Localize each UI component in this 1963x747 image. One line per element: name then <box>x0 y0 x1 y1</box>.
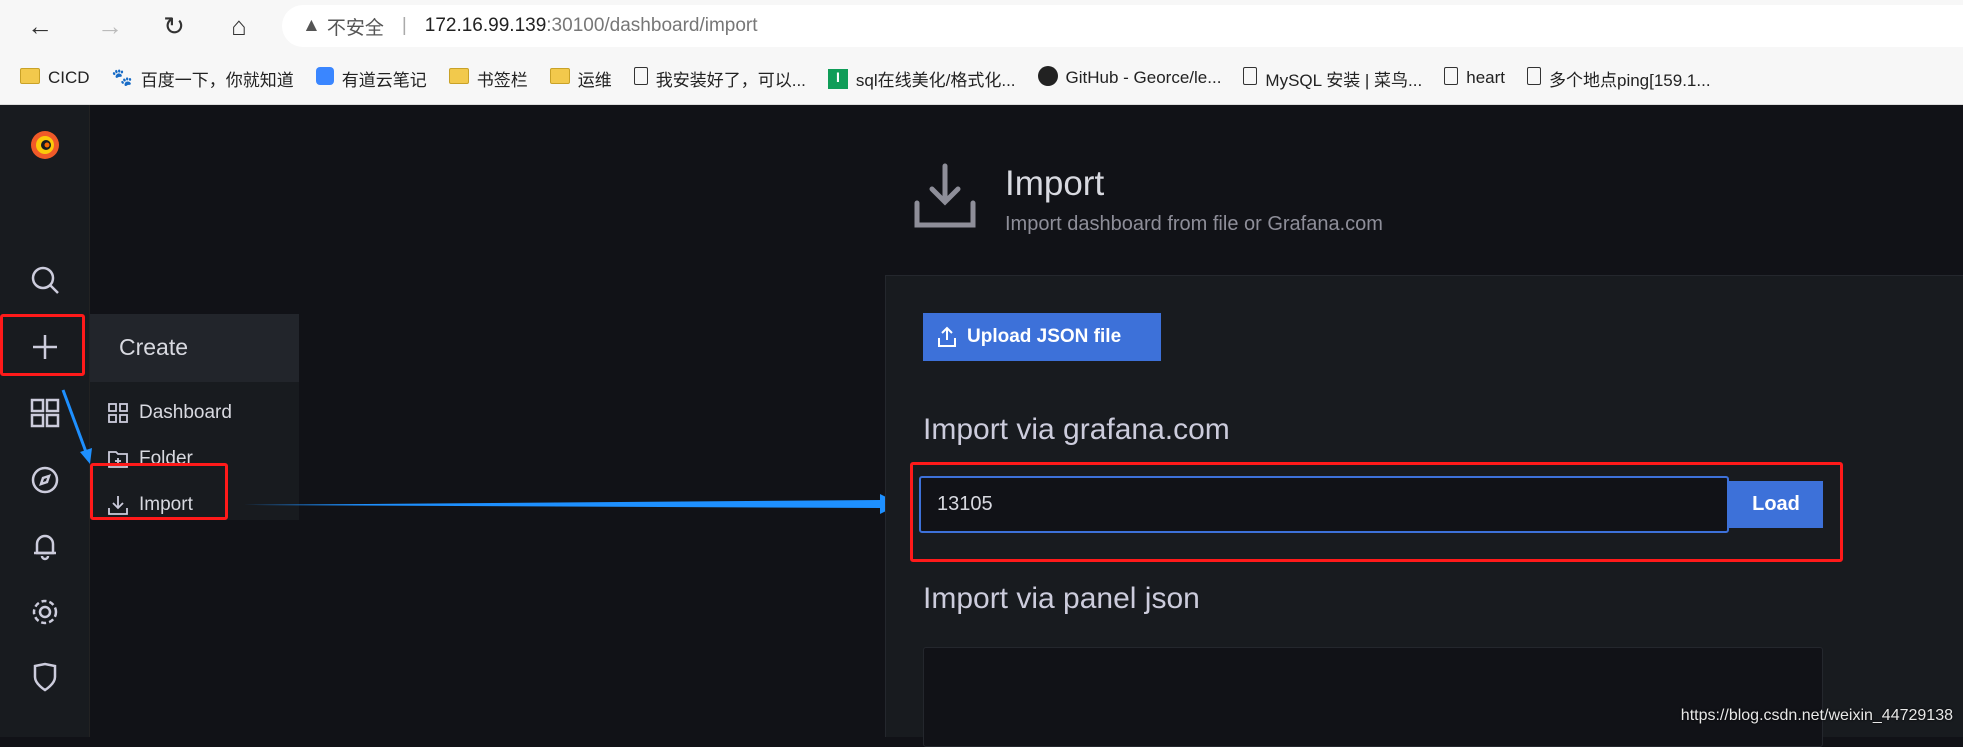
bookmark-label: 运维 <box>577 70 612 90</box>
shield-icon[interactable] <box>23 655 67 699</box>
page-icon <box>1243 66 1258 90</box>
bookmark-label: 多个地点ping[159.1... <box>1548 70 1711 90</box>
annotation-box-create <box>0 314 85 376</box>
bookmark-item[interactable]: 书签栏 <box>448 66 528 91</box>
bookmarks-bar: CICD 🐾 百度一下，你就知道 有道云笔记 书签栏 运维 我安装好了，可以... Isql在… <box>0 52 1963 105</box>
create-menu-title: Create <box>90 314 299 382</box>
folder-icon <box>20 67 40 89</box>
annotation-box-import <box>90 463 228 520</box>
menu-item-label: Dashboard <box>139 402 232 423</box>
bookmark-item[interactable]: CICD <box>20 67 90 89</box>
warning-icon: ▲ <box>302 15 321 36</box>
gear-icon[interactable] <box>23 590 67 634</box>
sql-icon: I <box>827 67 848 89</box>
page-title: Import <box>1005 164 1105 203</box>
bookmark-item[interactable]: 🐾 百度一下，你就知道 <box>112 66 294 91</box>
address-bar[interactable]: ▲ 不安全 | 172.16.99.139:30100/dashboard/im… <box>282 5 1963 47</box>
bookmark-label: heart <box>1466 68 1505 87</box>
grafana-import-heading: Import via grafana.com <box>923 413 1230 446</box>
forward-icon[interactable]: → <box>92 8 128 44</box>
bookmark-item[interactable]: MySQL 安装 | 菜鸟... <box>1243 66 1422 91</box>
panel-json-textarea[interactable] <box>923 647 1823 747</box>
youdao-icon <box>315 66 334 90</box>
bookmark-label: CICD <box>48 68 90 87</box>
bookmark-item[interactable]: 多个地点ping[159.1... <box>1526 66 1711 91</box>
bookmark-item[interactable]: Isql在线美化/格式化... <box>827 66 1016 91</box>
url-host: 172.16.99.139 <box>424 15 547 36</box>
page-icon <box>1444 66 1459 90</box>
back-icon[interactable]: ← <box>22 8 58 44</box>
bookmark-item[interactable]: GitHub - Georce/le... <box>1037 65 1222 91</box>
search-icon[interactable] <box>23 258 67 302</box>
bookmark-item[interactable]: 有道云笔记 <box>315 66 427 91</box>
page-icon <box>633 66 648 90</box>
divider: | <box>401 15 407 36</box>
page-subtitle: Import dashboard from file or Grafana.co… <box>1005 213 1383 235</box>
folder-icon <box>549 67 570 89</box>
url-path: :30100/dashboard/import <box>546 15 758 36</box>
reload-icon[interactable]: ↻ <box>156 8 192 44</box>
browser-toolbar: ← → ↻ ⌂ ▲ 不安全 | 172.16.99.139:30100/dash… <box>0 0 1963 52</box>
watermark: https://blog.csdn.net/weixin_44729138 <box>1680 707 1953 724</box>
github-icon <box>1037 65 1058 91</box>
upload-json-label: Upload JSON file <box>967 326 1122 347</box>
bookmark-item[interactable]: 运维 <box>549 66 612 91</box>
bookmark-item[interactable]: 我安装好了，可以... <box>633 66 806 91</box>
grafana-dashboard-id-input[interactable] <box>919 476 1729 533</box>
folder-icon <box>448 67 469 89</box>
page-icon <box>1526 66 1541 90</box>
bookmark-label: 有道云笔记 <box>341 70 427 90</box>
home-icon[interactable]: ⌂ <box>221 8 257 44</box>
panel-json-heading: Import via panel json <box>923 582 1200 615</box>
dashboard-icon <box>108 403 128 423</box>
bookmark-label: 百度一下，你就知道 <box>140 70 294 90</box>
security-label: 不安全 <box>326 17 384 39</box>
bookmark-label: MySQL 安装 | 菜鸟... <box>1265 70 1423 90</box>
bookmark-label: 书签栏 <box>476 70 528 90</box>
bookmark-label: 我安装好了，可以... <box>655 70 806 90</box>
bookmark-label: sql在线美化/格式化... <box>855 70 1016 90</box>
upload-icon <box>938 326 956 347</box>
upload-json-button[interactable]: Upload JSON file <box>923 313 1161 361</box>
bookmark-item[interactable]: heart <box>1444 66 1505 90</box>
grafana-logo-icon[interactable] <box>23 122 67 166</box>
menu-item-dashboard[interactable]: Dashboard <box>90 390 299 436</box>
explore-compass-icon[interactable] <box>23 458 67 502</box>
baidu-icon: 🐾 <box>111 68 133 87</box>
annotation-arrow-right <box>244 494 900 514</box>
load-button[interactable]: Load <box>1729 481 1823 528</box>
sidebar <box>0 105 90 737</box>
alerting-bell-icon[interactable] <box>23 524 67 568</box>
bookmark-label: GitHub - Georce/le... <box>1065 68 1222 87</box>
import-header-icon <box>914 163 976 234</box>
dashboards-icon[interactable] <box>23 391 67 435</box>
